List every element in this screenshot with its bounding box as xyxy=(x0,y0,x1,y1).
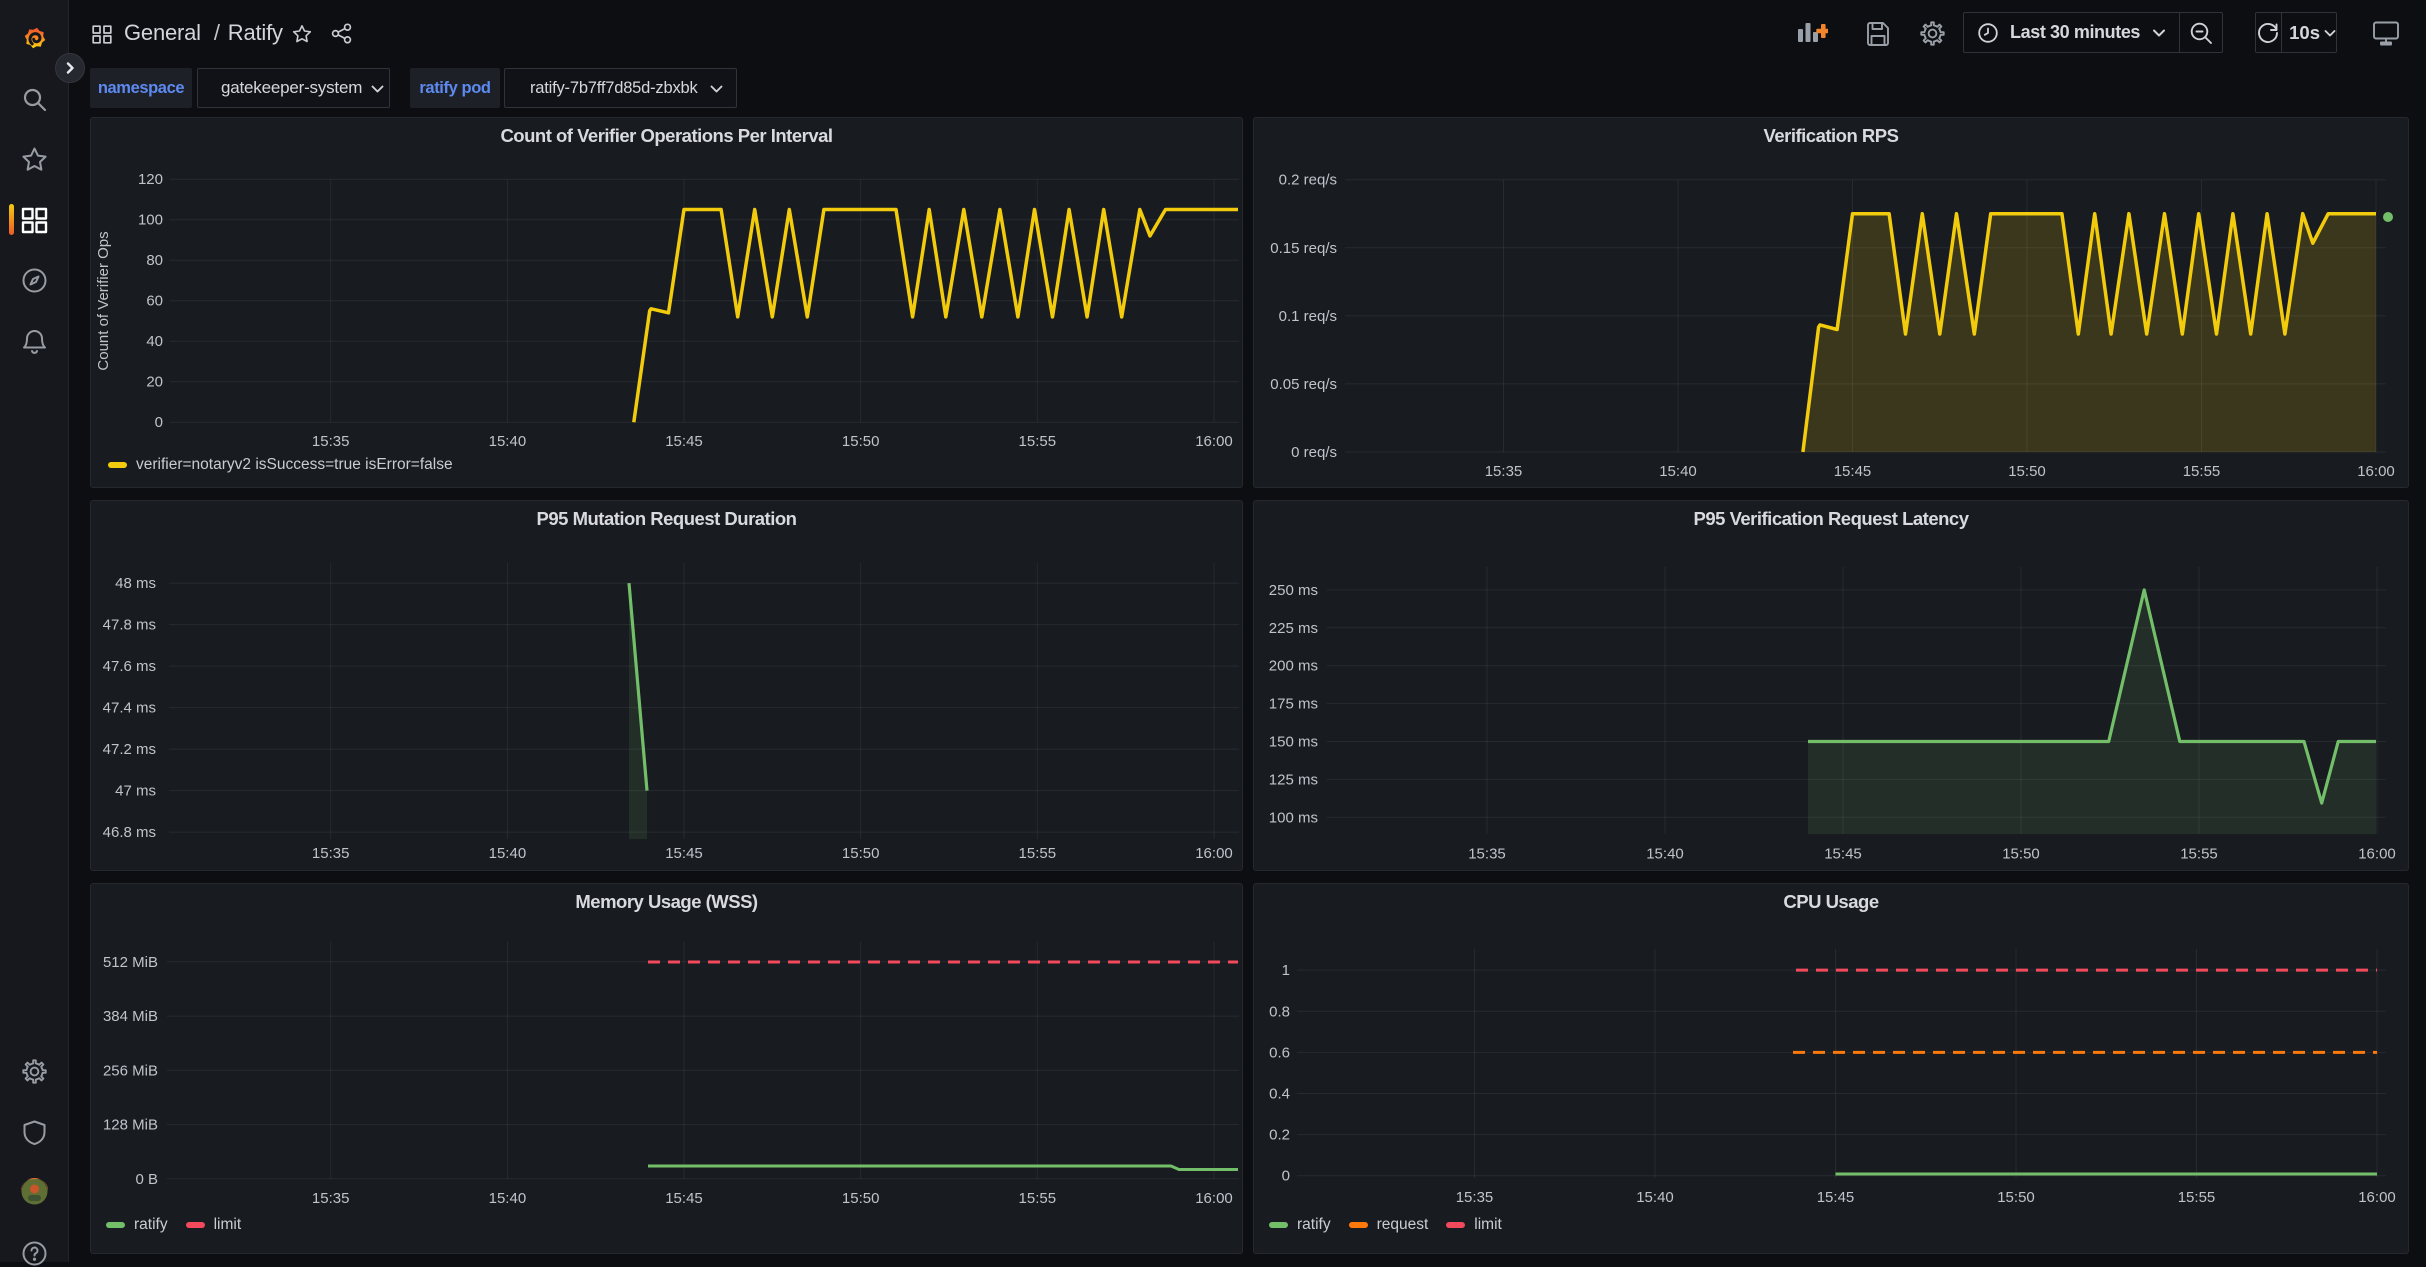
svg-text:200 ms: 200 ms xyxy=(1269,658,1318,675)
svg-text:225 ms: 225 ms xyxy=(1269,620,1318,637)
svg-text:46.8 ms: 46.8 ms xyxy=(103,824,156,841)
svg-text:15:55: 15:55 xyxy=(1019,845,1057,862)
svg-text:0.4: 0.4 xyxy=(1269,1086,1290,1103)
svg-text:0 req/s: 0 req/s xyxy=(1291,444,1337,461)
svg-text:15:45: 15:45 xyxy=(1834,463,1872,480)
svg-text:0.15 req/s: 0.15 req/s xyxy=(1270,240,1337,257)
svg-text:250 ms: 250 ms xyxy=(1269,582,1318,599)
svg-text:15:50: 15:50 xyxy=(2008,463,2046,480)
svg-text:15:55: 15:55 xyxy=(2178,1189,2216,1206)
svg-text:0: 0 xyxy=(1282,1168,1290,1185)
svg-text:48 ms: 48 ms xyxy=(115,575,156,592)
svg-text:100 ms: 100 ms xyxy=(1269,809,1318,826)
svg-text:15:45: 15:45 xyxy=(665,845,703,862)
svg-text:0 B: 0 B xyxy=(135,1171,158,1188)
svg-text:16:00: 16:00 xyxy=(1195,1190,1233,1207)
svg-text:47.8 ms: 47.8 ms xyxy=(103,617,156,634)
svg-text:384 MiB: 384 MiB xyxy=(103,1008,158,1025)
svg-text:15:40: 15:40 xyxy=(1659,463,1697,480)
svg-text:16:00: 16:00 xyxy=(1195,845,1233,862)
svg-text:15:35: 15:35 xyxy=(312,433,350,450)
svg-text:15:50: 15:50 xyxy=(2002,846,2040,863)
svg-text:120: 120 xyxy=(138,171,163,188)
svg-text:0.2 req/s: 0.2 req/s xyxy=(1279,172,1337,189)
svg-text:15:35: 15:35 xyxy=(1456,1189,1494,1206)
svg-text:15:40: 15:40 xyxy=(1636,1189,1674,1206)
svg-text:15:50: 15:50 xyxy=(842,433,880,450)
svg-text:128 MiB: 128 MiB xyxy=(103,1117,158,1134)
svg-text:15:40: 15:40 xyxy=(489,845,527,862)
svg-text:0.8: 0.8 xyxy=(1269,1003,1290,1020)
svg-text:512 MiB: 512 MiB xyxy=(103,954,158,971)
svg-text:47.2 ms: 47.2 ms xyxy=(103,741,156,758)
svg-text:Count of Verifier Ops: Count of Verifier Ops xyxy=(95,231,112,370)
svg-text:16:00: 16:00 xyxy=(2357,463,2395,480)
svg-text:40: 40 xyxy=(146,333,163,350)
svg-text:15:45: 15:45 xyxy=(1824,846,1862,863)
svg-text:15:40: 15:40 xyxy=(489,1190,527,1207)
svg-text:0.05 req/s: 0.05 req/s xyxy=(1270,376,1337,393)
svg-text:20: 20 xyxy=(146,374,163,391)
svg-text:15:35: 15:35 xyxy=(1468,846,1506,863)
svg-text:100: 100 xyxy=(138,212,163,229)
svg-text:0.1 req/s: 0.1 req/s xyxy=(1279,308,1337,325)
svg-text:15:45: 15:45 xyxy=(665,1190,703,1207)
svg-text:80: 80 xyxy=(146,252,163,269)
svg-text:0.2: 0.2 xyxy=(1269,1127,1290,1144)
svg-text:15:55: 15:55 xyxy=(2180,846,2218,863)
svg-text:15:55: 15:55 xyxy=(1019,1190,1057,1207)
svg-text:15:50: 15:50 xyxy=(842,1190,880,1207)
svg-text:15:55: 15:55 xyxy=(1019,433,1057,450)
svg-text:15:40: 15:40 xyxy=(489,433,527,450)
svg-text:47.4 ms: 47.4 ms xyxy=(103,700,156,717)
svg-text:125 ms: 125 ms xyxy=(1269,771,1318,788)
svg-text:15:50: 15:50 xyxy=(1997,1189,2035,1206)
svg-text:0.6: 0.6 xyxy=(1269,1044,1290,1061)
svg-text:47.6 ms: 47.6 ms xyxy=(103,658,156,675)
svg-text:150 ms: 150 ms xyxy=(1269,734,1318,751)
svg-text:47 ms: 47 ms xyxy=(115,783,156,800)
svg-text:175 ms: 175 ms xyxy=(1269,696,1318,713)
svg-text:15:50: 15:50 xyxy=(842,845,880,862)
svg-text:60: 60 xyxy=(146,293,163,310)
svg-text:15:55: 15:55 xyxy=(2183,463,2221,480)
svg-text:15:45: 15:45 xyxy=(665,433,703,450)
svg-text:15:40: 15:40 xyxy=(1646,846,1684,863)
svg-text:16:00: 16:00 xyxy=(2358,846,2396,863)
svg-text:15:35: 15:35 xyxy=(1485,463,1523,480)
svg-text:15:35: 15:35 xyxy=(312,1190,350,1207)
svg-text:16:00: 16:00 xyxy=(2358,1189,2396,1206)
svg-text:16:00: 16:00 xyxy=(1195,433,1233,450)
svg-text:256 MiB: 256 MiB xyxy=(103,1062,158,1079)
svg-text:0: 0 xyxy=(155,414,163,431)
svg-text:15:45: 15:45 xyxy=(1817,1189,1855,1206)
svg-text:15:35: 15:35 xyxy=(312,845,350,862)
svg-text:1: 1 xyxy=(1282,962,1290,979)
